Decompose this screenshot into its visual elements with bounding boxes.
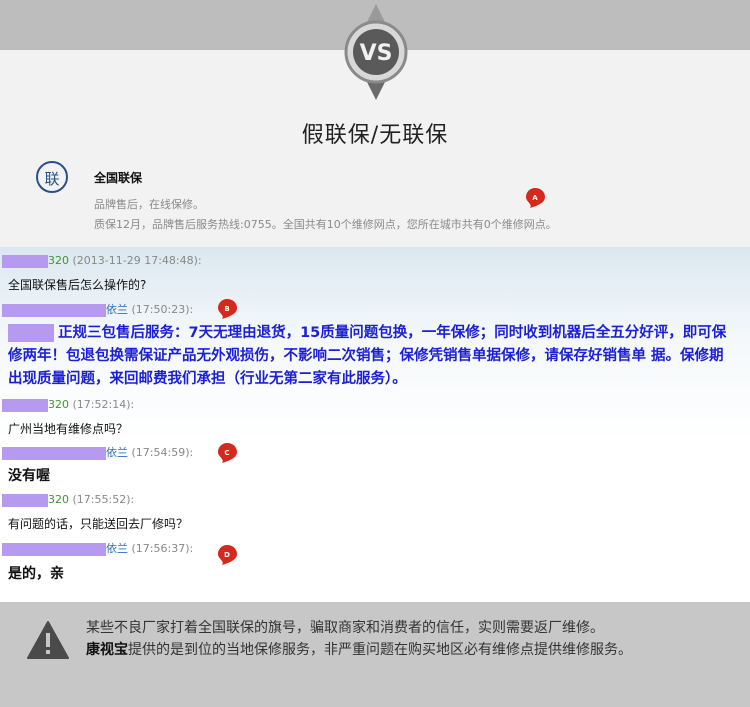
marker-c-icon: C [218,443,237,463]
message-meta: 320 (17:55:52): [2,493,134,507]
marker-b-icon: B [218,299,237,319]
lianbao-icon: 联 [36,161,68,193]
redacted-username [2,446,106,460]
message-time: (2013-11-29 17:48:48): [72,254,202,267]
svg-text:D: D [224,551,230,559]
svg-text:A: A [532,194,538,202]
message-user: 依兰 [106,446,128,459]
marker-d-icon: D [218,545,237,565]
warning-line-1: 某些不良厂家打着全国联保的旗号，骗取商家和消费者的信任，实则需要返厂维修。 [86,620,604,636]
message-time: (17:52:14): [72,398,135,411]
message-user: 320 [48,398,69,411]
redacted-username [8,324,54,342]
info-title: 全国联保 [94,171,143,185]
message-time: (17:56:37): [131,542,194,555]
svg-text:B: B [224,305,229,313]
message-time: (17:50:23): [131,303,194,316]
svg-text:C: C [224,449,229,457]
redacted-username [2,493,48,507]
redacted-username [2,303,106,317]
info-subtitle: 品牌售后，在线保修。 [94,198,204,211]
message-text-highlight: 正规三包售后服务：7天无理由退货，15质量问题包换，一年保修；同时收到机器后全五… [8,322,738,391]
redacted-username [2,542,106,556]
redacted-username [2,398,48,412]
message-text: 有问题的话，只能送回去厂修吗？ [8,517,189,531]
message-user: 320 [48,254,69,267]
message-user: 320 [48,493,69,506]
message-time: (17:54:59): [131,446,194,459]
message-user: 依兰 [106,542,128,555]
warning-line-2: 提供的是到位的当地保修服务，非严重问题在购买地区必有维修点提供维修服务。 [128,642,632,658]
svg-text:VS: VS [360,41,393,66]
redacted-username [2,254,48,268]
brand-name: 康视宝 [86,642,128,658]
warning-icon [27,621,69,659]
message-time: (17:55:52): [72,493,135,506]
message-user: 依兰 [106,303,128,316]
message-meta: 320 (2013-11-29 17:48:48): [2,254,202,268]
message-meta: 320 (17:52:14): [2,398,134,412]
message-text: 广州当地有维修点吗？ [8,422,129,436]
message-meta: 依兰 (17:54:59): [2,444,193,460]
page-title: 假联保/无联保 [301,123,449,148]
message-text: 全国联保售后怎么操作的? [8,278,147,292]
vs-badge-icon: VS [344,4,408,100]
message-text: 没有喔 [8,468,50,484]
message-meta: 依兰 (17:50:23): [2,301,193,317]
marker-a-icon: A [526,188,545,208]
message-text: 正规三包售后服务：7天无理由退货，15质量问题包换，一年保修；同时收到机器后全五… [8,325,727,387]
message-meta: 依兰 (17:56:37): [2,540,193,556]
info-detail: 质保12月，品牌售后服务热线:0755。全国共有10个维修网点，您所在城市共有0… [94,218,557,231]
message-text: 是的，亲 [8,566,64,582]
warning-text: 某些不良厂家打着全国联保的旗号，骗取商家和消费者的信任，实则需要返厂维修。 康视… [86,617,726,661]
